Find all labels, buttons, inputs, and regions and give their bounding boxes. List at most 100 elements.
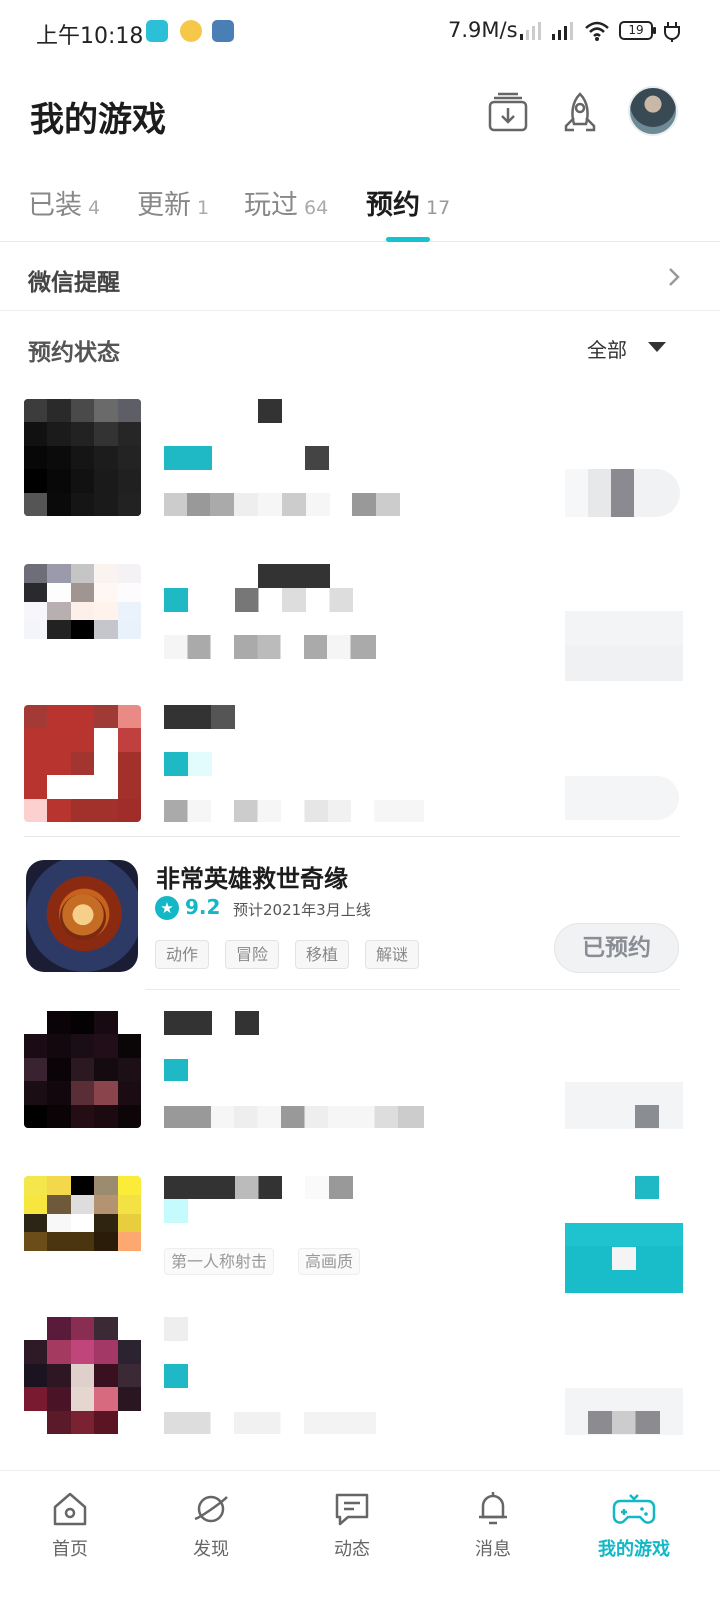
blurred-pixel: [164, 1199, 188, 1223]
game-icon: [24, 1176, 141, 1270]
blurred-pixel: [164, 705, 235, 729]
game-tag[interactable]: 移植: [295, 940, 350, 969]
filter-label: 预约状态: [28, 340, 120, 366]
status-time: 上午10:18: [36, 24, 144, 49]
row-divider: [24, 836, 680, 837]
blurred-pixel: [235, 1011, 259, 1035]
blurred-button[interactable]: [565, 611, 683, 681]
battery-icon: 19: [619, 21, 656, 40]
settings-notification-icon: [212, 20, 234, 42]
blurred-pixel: [588, 1411, 660, 1434]
page-header: 我的游戏: [0, 64, 720, 164]
blurred-pixel: [258, 399, 282, 423]
tab-count: 4: [88, 197, 101, 219]
game-icon: [24, 1011, 141, 1128]
active-tab-indicator: [386, 237, 430, 242]
charging-icon: [664, 22, 680, 42]
tab-updates[interactable]: 更新 1: [137, 183, 209, 222]
blurred-pixel: [164, 752, 212, 776]
game-tag[interactable]: 高画质: [298, 1248, 361, 1275]
blurred-pixel: [305, 1176, 353, 1199]
blurred-pixel: [234, 493, 330, 516]
signal-icon: [552, 22, 573, 40]
game-icon[interactable]: [26, 860, 138, 972]
nav-messages[interactable]: 消息: [443, 1489, 543, 1561]
blurred-pixel: [164, 1176, 282, 1199]
bottom-navigation: 首页 发现 动态 消息 我的游戏: [0, 1470, 720, 1600]
status-bar: 上午10:18 7.9M/s 19: [0, 0, 720, 64]
blurred-pixel: [164, 446, 212, 470]
nav-my-games[interactable]: 我的游戏: [584, 1489, 684, 1561]
tab-bar: 已装 4 更新 1 玩过 64 预约 17: [0, 175, 720, 242]
rocket-icon[interactable]: [558, 90, 602, 134]
game-icon: [24, 564, 141, 658]
avatar[interactable]: [628, 86, 678, 136]
blurred-button[interactable]: [565, 1082, 683, 1129]
wechat-reminder-label: 微信提醒: [28, 270, 120, 296]
tab-count: 64: [304, 197, 329, 219]
list-item[interactable]: [0, 564, 720, 681]
nav-label: 动态: [334, 1539, 370, 1560]
blurred-button[interactable]: [565, 776, 679, 820]
list-item[interactable]: [0, 399, 720, 524]
blurred-pixel: [235, 588, 353, 612]
tab-installed[interactable]: 已装 4: [28, 183, 100, 222]
blurred-pixel: [164, 588, 188, 612]
network-speed: 7.9M/s: [448, 18, 518, 42]
download-icon[interactable]: [486, 90, 530, 134]
tab-label: 预约: [366, 190, 420, 221]
wechat-reminder-row[interactable]: 微信提醒: [0, 243, 720, 311]
nav-feed[interactable]: 动态: [302, 1489, 402, 1561]
gamepad-icon: [612, 1494, 656, 1524]
reserved-button[interactable]: 已预约: [554, 923, 679, 973]
game-tag[interactable]: 解谜: [365, 940, 420, 969]
blurred-pixel: [352, 493, 400, 516]
chevron-down-icon[interactable]: [648, 342, 666, 352]
blurred-pixel: [164, 1317, 188, 1341]
game-tag[interactable]: 第一人称射击: [164, 1248, 275, 1275]
row-divider: [145, 989, 680, 990]
blurred-pixel: [164, 1106, 424, 1128]
game-icon: [24, 399, 141, 516]
nav-label: 我的游戏: [598, 1539, 670, 1560]
blurred-pixel: [164, 1364, 188, 1388]
nav-label: 发现: [193, 1539, 229, 1560]
signal-icon: [520, 22, 541, 40]
chat-icon: [335, 1493, 369, 1526]
tab-played[interactable]: 玩过 64: [244, 183, 328, 222]
blurred-pixel: [635, 1176, 659, 1199]
blurred-pixel: [164, 800, 424, 822]
game-tag[interactable]: 冒险: [225, 940, 280, 969]
tab-label: 已装: [28, 190, 82, 221]
taptap-notification-icon: [146, 20, 168, 42]
game-tag[interactable]: 动作: [155, 940, 210, 969]
tab-label: 更新: [137, 190, 191, 221]
blurred-pixel: [612, 1247, 636, 1270]
filter-dropdown[interactable]: 全部: [587, 334, 627, 363]
blurred-pixel: [164, 1412, 376, 1434]
list-item[interactable]: [0, 1317, 720, 1435]
list-item[interactable]: [0, 705, 720, 823]
nav-label: 首页: [52, 1539, 88, 1560]
game-score: 9.2: [185, 895, 221, 919]
nav-discover[interactable]: 发现: [161, 1489, 261, 1561]
game-icon: [24, 1317, 141, 1434]
blurred-pixel: [635, 1105, 659, 1128]
star-icon: ★: [155, 896, 179, 920]
coin-notification-icon: [180, 20, 202, 42]
game-title[interactable]: 非常英雄救世奇缘: [156, 859, 348, 894]
home-icon: [53, 1492, 87, 1526]
tab-count: 17: [426, 197, 451, 219]
planet-icon: [194, 1495, 228, 1523]
blurred-pixel: [258, 564, 330, 588]
nav-home[interactable]: 首页: [20, 1489, 120, 1561]
blurred-button[interactable]: [565, 469, 680, 517]
list-item[interactable]: [0, 1011, 720, 1129]
list-item[interactable]: 第一人称射击 高画质: [0, 1176, 720, 1294]
bell-icon: [479, 1492, 507, 1525]
monkey-king-art: [60, 894, 106, 940]
wifi-icon: [585, 21, 609, 41]
blurred-pixel: [164, 1011, 212, 1035]
reservation-filter: 预约状态 全部: [0, 312, 720, 380]
tab-reserved[interactable]: 预约 17: [366, 183, 450, 222]
